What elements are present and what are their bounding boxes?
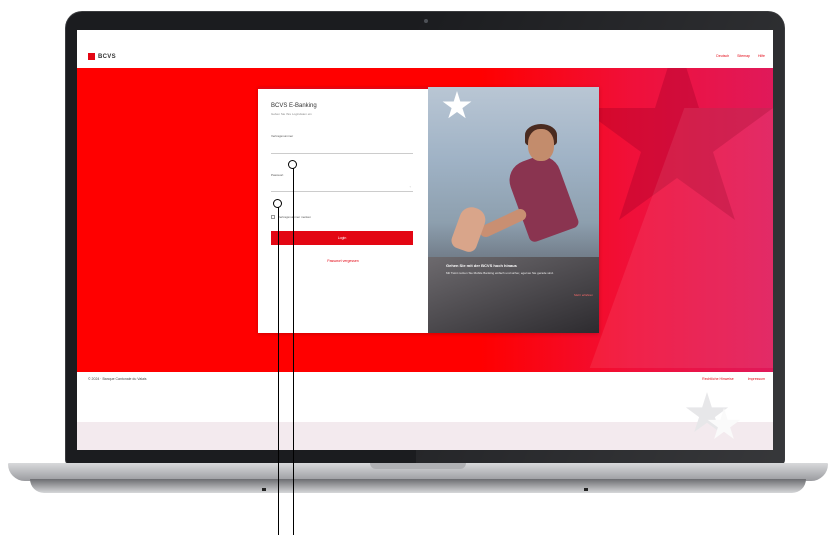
promo-link[interactable]: Mehr erfahren — [574, 293, 593, 297]
card-accent-line — [258, 87, 428, 89]
laptop-foot — [584, 488, 588, 491]
hero-shade — [589, 108, 773, 368]
footer-band — [77, 422, 773, 450]
forgot-password-link[interactable]: Passwort vergessen — [258, 259, 428, 263]
legal-notice-link[interactable]: Rechtliche Hinweise — [702, 377, 734, 381]
site-footer: © 2024 · Banque Cantonale du Valais Rech… — [77, 372, 773, 386]
callout-line-password — [278, 207, 280, 535]
browser-screen: BCVS Deutsch Sitemap Hilfe BCVS E-Bankin… — [77, 30, 773, 450]
climber-arm — [477, 206, 529, 240]
callout-line-contract — [293, 168, 295, 535]
footer-links: Rechtliche Hinweise Impressum — [702, 377, 765, 381]
promo-image: Gehen Sie mit der BCVS hoch hinaus Mit T… — [428, 87, 599, 333]
site-header: BCVS Deutsch Sitemap Hilfe — [77, 30, 773, 68]
laptop-foot — [262, 488, 266, 491]
login-title: BCVS E-Banking — [271, 103, 317, 109]
logo-mark-icon — [88, 53, 95, 60]
camera-icon — [424, 19, 428, 23]
login-subtitle: Geben Sie Ihre Logindaten ein — [271, 112, 312, 116]
logo-text: BCVS — [98, 53, 116, 60]
eye-icon[interactable]: ◦ — [410, 184, 411, 189]
contract-number-field[interactable] — [271, 145, 413, 154]
logo[interactable]: BCVS — [88, 53, 116, 60]
language-link[interactable]: Deutsch — [716, 54, 729, 58]
laptop-notch — [370, 463, 466, 469]
promo-text: Mit Twint nutzen Sie Mobile Banking einf… — [446, 271, 554, 276]
callout-marker-password — [273, 199, 282, 208]
reaching-hand — [449, 203, 489, 255]
hero-banner: BCVS E-Banking Geben Sie Ihre Logindaten… — [77, 68, 773, 372]
laptop-mockup: BCVS Deutsch Sitemap Hilfe BCVS E-Bankin… — [0, 0, 836, 535]
promo-text-block: Gehen Sie mit der BCVS hoch hinaus Mit T… — [446, 263, 586, 275]
login-card: BCVS E-Banking Geben Sie Ihre Logindaten… — [258, 87, 599, 333]
climber-body — [503, 150, 581, 244]
callout-marker-contract — [288, 160, 297, 169]
sitemap-link[interactable]: Sitemap — [737, 54, 750, 58]
contract-number-label: Vertragsnummer — [271, 134, 294, 138]
promo-title: Gehen Sie mit der BCVS hoch hinaus — [446, 263, 517, 268]
imprint-link[interactable]: Impressum — [748, 377, 765, 381]
copyright-text: © 2024 · Banque Cantonale du Valais — [88, 377, 147, 381]
top-links: Deutsch Sitemap Hilfe — [716, 54, 765, 58]
star-icon — [442, 91, 472, 119]
help-link[interactable]: Hilfe — [758, 54, 765, 58]
checkbox-box[interactable] — [271, 215, 275, 219]
remember-checkbox[interactable]: Vertragsnummer merken — [271, 215, 311, 219]
climber-head — [528, 129, 554, 161]
laptop-base-bottom — [30, 479, 806, 493]
remember-label: Vertragsnummer merken — [278, 215, 312, 219]
login-form-header: BCVS E-Banking Geben Sie Ihre Logindaten… — [271, 103, 415, 116]
password-label: Passwort — [271, 173, 284, 177]
